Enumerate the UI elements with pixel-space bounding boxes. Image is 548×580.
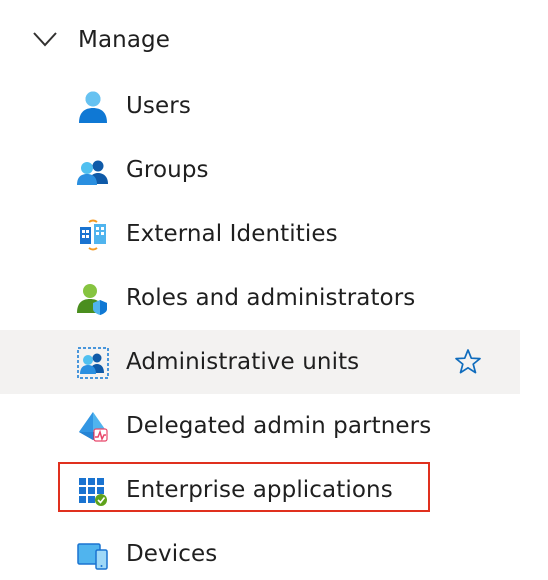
- nav-item-delegated-admin-partners[interactable]: Delegated admin partners: [0, 394, 520, 458]
- nav-item-label: Administrative units: [126, 349, 360, 375]
- external-identities-icon: [80, 219, 106, 251]
- nav-item-groups[interactable]: Groups: [0, 138, 520, 202]
- nav-item-enterprise-applications[interactable]: Enterprise applications: [0, 458, 520, 522]
- nav-item-label: Delegated admin partners: [126, 413, 432, 439]
- star-outline-icon[interactable]: [454, 348, 482, 376]
- manage-section-header[interactable]: Manage: [0, 8, 520, 72]
- groups-icon: [77, 160, 108, 185]
- nav-item-label: External Identities: [126, 221, 338, 247]
- enterprise-apps-icon: [79, 478, 107, 506]
- nav-item-users[interactable]: Users: [0, 74, 520, 138]
- nav-item-label: Devices: [126, 541, 218, 567]
- nav-item-label: Enterprise applications: [126, 477, 393, 503]
- chevron-down-icon: [33, 32, 57, 47]
- nav-item-administrative-units[interactable]: Administrative units: [0, 330, 520, 394]
- devices-icon: [77, 543, 108, 570]
- nav-item-label: Groups: [126, 157, 209, 183]
- administrative-units-icon: [77, 347, 109, 379]
- nav-item-external-identities[interactable]: External Identities: [0, 202, 520, 266]
- nav-item-roles-and-administrators[interactable]: Roles and administrators: [0, 266, 520, 330]
- roles-icon: [77, 284, 107, 315]
- nav-item-devices[interactable]: Devices: [0, 522, 520, 580]
- section-title: Manage: [78, 27, 170, 53]
- left-navigation: Manage Users Groups External Identities …: [0, 0, 548, 580]
- user-icon: [79, 91, 107, 123]
- nav-item-label: Users: [126, 93, 191, 119]
- delegated-admin-icon: [79, 412, 108, 442]
- nav-item-label: Roles and administrators: [126, 285, 416, 311]
